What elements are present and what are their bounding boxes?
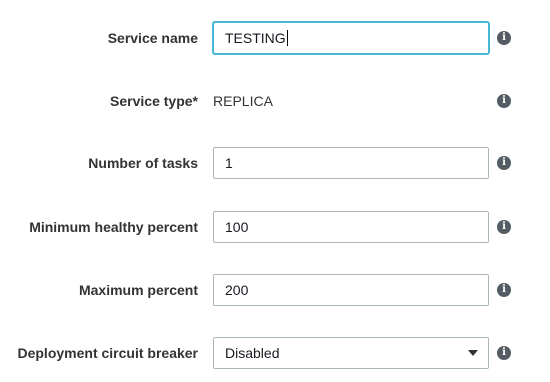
service-name-label: Service name <box>107 30 198 46</box>
number-of-tasks-row: Number of tasks i <box>0 147 550 179</box>
text-cursor <box>286 30 288 46</box>
maximum-percent-row: Maximum percent i <box>0 274 550 306</box>
minimum-healthy-percent-label: Minimum healthy percent <box>29 219 198 235</box>
service-name-input[interactable]: TESTING <box>213 22 489 54</box>
info-icon[interactable]: i <box>497 220 511 234</box>
maximum-percent-input[interactable] <box>213 274 489 306</box>
minimum-healthy-percent-input[interactable] <box>213 211 489 243</box>
service-type-label: Service type* <box>110 93 198 109</box>
service-config-form: Service name TESTING i Service type* REP… <box>0 0 550 382</box>
deployment-circuit-breaker-value: Disabled <box>225 345 280 361</box>
number-of-tasks-label: Number of tasks <box>88 155 198 171</box>
info-icon[interactable]: i <box>497 283 511 297</box>
maximum-percent-label: Maximum percent <box>78 282 198 298</box>
number-of-tasks-input[interactable] <box>213 147 489 179</box>
info-icon[interactable]: i <box>497 94 511 108</box>
service-type-value: REPLICA <box>213 93 273 109</box>
caret-down-icon <box>468 350 478 356</box>
deployment-circuit-breaker-select[interactable]: Disabled <box>213 337 489 369</box>
service-type-row: Service type* REPLICA i <box>0 85 550 117</box>
info-icon[interactable]: i <box>497 346 511 360</box>
deployment-circuit-breaker-row: Deployment circuit breaker Disabled i <box>0 337 550 369</box>
info-icon[interactable]: i <box>497 156 511 170</box>
deployment-circuit-breaker-label: Deployment circuit breaker <box>17 345 198 361</box>
service-name-row: Service name TESTING i <box>0 22 550 54</box>
service-name-value: TESTING <box>225 30 286 46</box>
minimum-healthy-percent-row: Minimum healthy percent i <box>0 211 550 243</box>
info-icon[interactable]: i <box>497 31 511 45</box>
